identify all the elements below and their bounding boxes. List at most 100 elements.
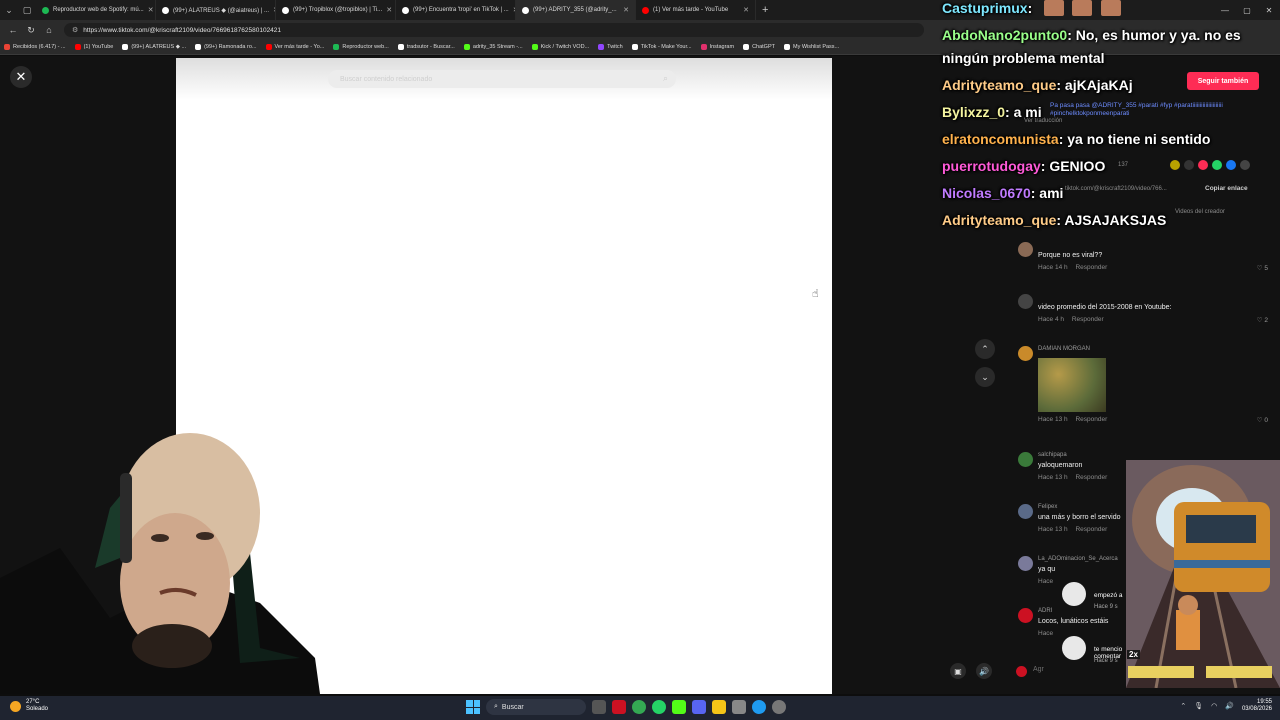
tab-search-icon[interactable]: ⌄	[0, 0, 18, 20]
comment-username[interactable]: Felipex	[1038, 504, 1057, 510]
taskbar-search-label: Buscar	[501, 703, 524, 711]
previous-video-button[interactable]: ⌃	[975, 339, 995, 359]
bookmark-item[interactable]: Twitch	[598, 44, 623, 50]
next-video-button[interactable]: ⌄	[975, 367, 995, 387]
bookmark-item[interactable]: (99+) Ramonada ro...	[195, 44, 257, 50]
related-search-input[interactable]: Buscar contenido relacionado ⌕	[328, 70, 676, 88]
browser-tab[interactable]: (99+) Encuentra 'tropi' en TikTok | ... …	[396, 0, 516, 20]
windows-start-icon[interactable]	[466, 700, 480, 714]
site-info-icon[interactable]: ⚙	[72, 26, 78, 34]
browser-tab[interactable]: (99+) ADRITY_355 (@adrity_... ✕	[516, 0, 636, 20]
reload-icon[interactable]: ↻	[22, 25, 40, 36]
volume-icon[interactable]: 🔊	[1225, 702, 1234, 710]
bookmark-item[interactable]: Ver más tarde - Yo...	[265, 44, 325, 50]
bookmark-item[interactable]: My Wishlist Pass...	[784, 44, 839, 50]
whatsapp-icon[interactable]	[652, 700, 666, 714]
gameplay-clip	[1126, 460, 1280, 688]
url-field[interactable]: ⚙ https://www.tiktok.com/@kriscraft2109/…	[64, 23, 924, 37]
chevron-up-icon[interactable]: ⌃	[1180, 702, 1186, 710]
tab-close-icon[interactable]: ✕	[386, 6, 392, 14]
bookmark-item[interactable]: TikTok - Make Your...	[631, 44, 692, 50]
comment-meta: Hace	[1038, 630, 1059, 637]
comment-avatar[interactable]	[1018, 242, 1033, 257]
notification-avatar	[1062, 582, 1086, 606]
tab-close-icon[interactable]: ✕	[148, 6, 154, 14]
folder-icon[interactable]	[712, 700, 726, 714]
bookmark-item[interactable]: adrity_35 Stream -...	[463, 44, 523, 50]
comment-avatar[interactable]	[1018, 294, 1033, 309]
bookmark-item[interactable]: Reproductor web...	[333, 44, 389, 50]
new-tab-button[interactable]: +	[762, 4, 768, 16]
chat-text: : No, es humor y ya. no es	[1067, 27, 1241, 43]
workspaces-icon[interactable]: ▢	[18, 0, 36, 20]
pip-icon[interactable]: ▣	[950, 663, 966, 679]
obs-icon[interactable]	[772, 700, 786, 714]
comment-username[interactable]: La_ADOminacion_Se_Acerca	[1038, 556, 1118, 562]
capcut-icon[interactable]	[732, 700, 746, 714]
like-count: 2	[1264, 317, 1268, 324]
wifi-icon[interactable]: ◠	[1211, 702, 1217, 710]
add-comment-input[interactable]: Agr	[1033, 666, 1044, 673]
comment-meta: Hace 13 h Responder	[1038, 474, 1107, 481]
reply-button[interactable]: Responder	[1075, 526, 1107, 533]
comment-likes[interactable]: ♡ 2	[1257, 316, 1268, 324]
close-video-button[interactable]: ✕	[10, 66, 32, 88]
reply-button[interactable]: Responder	[1072, 316, 1104, 323]
bookmark-item[interactable]: Kick / Twitch VOD...	[531, 44, 589, 50]
clock[interactable]: 19:55 03/08/2026	[1242, 699, 1272, 713]
comment-username[interactable]: DAMIAN MORGAN	[1038, 346, 1090, 352]
comment-text: una más y borro el servido	[1038, 514, 1121, 521]
bookmark-favicon-icon	[397, 44, 404, 50]
opera-icon[interactable]	[612, 700, 626, 714]
app-icon[interactable]	[672, 700, 686, 714]
comment-username[interactable]: ADRI	[1038, 608, 1052, 614]
task-view-icon[interactable]	[592, 700, 606, 714]
comment-avatar[interactable]	[1018, 504, 1033, 519]
browser-tab[interactable]: (99+) ALATREUS ◆ (@aiatreus) | ... ✕	[156, 0, 276, 20]
comment-avatar[interactable]	[1018, 452, 1033, 467]
volume-icon[interactable]: 🔊	[976, 663, 992, 679]
bookmark-item[interactable]: (1) YouTube	[74, 44, 113, 50]
tab-label: (99+) ALATREUS ◆ (@aiatreus) | ...	[173, 7, 270, 14]
chat-text: : a mi	[1005, 104, 1042, 120]
browser-tab[interactable]: (1) Ver más tarde - YouTube ✕	[636, 0, 756, 20]
browser-tab[interactable]: Reproductor web de Spotify: mú... ✕	[36, 0, 156, 20]
chat-username: AbdoNano2punto0	[942, 27, 1068, 43]
bookmark-label: ChatGPT	[752, 44, 775, 50]
mic-icon[interactable]: 🎙	[1194, 702, 1203, 710]
bookmark-favicon-icon	[743, 44, 750, 50]
comment-likes[interactable]: ♡ 0	[1257, 416, 1268, 424]
reply-button[interactable]: Responder	[1075, 416, 1107, 423]
discord-icon[interactable]	[692, 700, 706, 714]
notification-avatar	[1062, 636, 1086, 660]
bookmark-item[interactable]: (99+) ALATREUS ◆ ...	[122, 44, 186, 50]
tab-close-icon[interactable]: ✕	[623, 6, 629, 14]
tab-close-icon[interactable]: ✕	[743, 6, 749, 14]
notification-popup[interactable]: te mencio comentar Hace 9 s	[1060, 632, 1130, 668]
comment-likes[interactable]: ♡ 5	[1257, 264, 1268, 272]
edge-icon[interactable]	[752, 700, 766, 714]
taskbar-search[interactable]: ⌕ Buscar	[486, 699, 586, 715]
comment-avatar[interactable]	[1018, 608, 1033, 623]
comment-avatar[interactable]	[1018, 556, 1033, 571]
reply-button[interactable]: Responder	[1075, 474, 1107, 481]
bookmark-item[interactable]: ChatGPT	[743, 44, 775, 50]
home-icon[interactable]: ⌂	[40, 25, 58, 35]
notification-time: Hace 9 s	[1094, 658, 1118, 664]
comment-avatar[interactable]	[1018, 346, 1033, 361]
weather-widget[interactable]: 27°C Soleado	[10, 699, 48, 713]
back-icon[interactable]: ←	[4, 25, 22, 35]
notification-popup[interactable]: empezó a Hace 9 s	[1060, 578, 1130, 614]
video-nav: ⌃ ⌄	[975, 339, 995, 395]
browser-tab[interactable]: (99+) Tropiblox (@tropiblox) | Ti... ✕	[276, 0, 396, 20]
comment-username[interactable]: salchipapa	[1038, 452, 1067, 458]
bookmark-item[interactable]: tradsutor - Buscar...	[397, 44, 455, 50]
chat-username: elratoncomunista	[942, 131, 1059, 147]
bookmark-item[interactable]: Recibidos (6.417) - ...	[4, 44, 66, 50]
chrome-icon[interactable]	[632, 700, 646, 714]
reply-button[interactable]: Responder	[1075, 264, 1107, 271]
clock-time: 19:55	[1256, 699, 1272, 705]
search-icon[interactable]: ⌕	[663, 73, 668, 84]
bookmark-label: Ver más tarde - Yo...	[274, 44, 325, 50]
bookmark-item[interactable]: Instagram	[700, 44, 734, 50]
